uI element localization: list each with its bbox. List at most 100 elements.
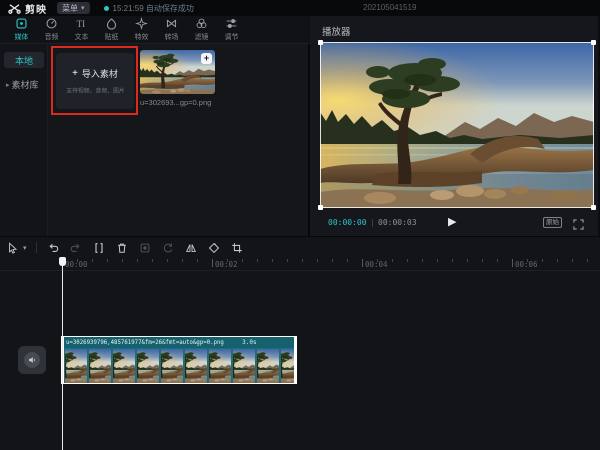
split-button[interactable] bbox=[92, 241, 106, 255]
tab-media[interactable]: 媒体 bbox=[6, 17, 36, 42]
import-material-button[interactable]: + 导入素材 支持视频、音频、图片 bbox=[56, 53, 134, 109]
clip-duration: 3.0s bbox=[242, 339, 256, 346]
clip-frame-thumbnail bbox=[209, 349, 231, 383]
clip-frame-thumbnail bbox=[113, 349, 135, 383]
redo-button[interactable] bbox=[69, 241, 83, 255]
timeline-clip[interactable]: u=3026939796,485761977&fm=26&fmt=auto&gp… bbox=[62, 336, 296, 384]
clip-frame-thumbnail bbox=[65, 349, 87, 383]
tab-filter-label: 滤镜 bbox=[194, 31, 208, 41]
tab-transition-label: 转场 bbox=[164, 31, 178, 41]
sidebar-item-library-label: 素材库 bbox=[12, 78, 39, 91]
audio-icon bbox=[45, 17, 58, 30]
player-panel: 播放器 00:00:00 00:00:03 ▶ 原始 bbox=[310, 16, 598, 236]
sidebar-item-local[interactable]: 本地 bbox=[4, 52, 44, 68]
tab-effects[interactable]: 特效 bbox=[126, 17, 156, 42]
sidebar-item-library[interactable]: ▸ 素材库 bbox=[6, 78, 48, 91]
clip-frame-thumbnail bbox=[89, 349, 111, 383]
ruler-label-3: 00:06 bbox=[515, 260, 538, 269]
selection-handle-top-left[interactable] bbox=[318, 40, 323, 45]
menu-button[interactable]: 菜单 ▾ bbox=[57, 2, 90, 14]
total-duration: 00:00:03 bbox=[378, 218, 417, 227]
tab-sticker-label: 贴纸 bbox=[104, 31, 118, 41]
speaker-icon bbox=[24, 352, 40, 368]
clip-frame-thumbnail bbox=[233, 349, 255, 383]
app-name: 剪映 bbox=[25, 1, 47, 16]
ruler-major-tick bbox=[512, 259, 513, 267]
selection-handle-bottom-right[interactable] bbox=[591, 205, 596, 210]
clip-trim-handle-right[interactable] bbox=[294, 336, 297, 384]
tab-filter[interactable]: 滤镜 bbox=[186, 17, 216, 42]
chevron-right-icon: ▸ bbox=[6, 81, 10, 89]
media-sidebar: 本地 ▸ 素材库 bbox=[0, 44, 48, 236]
text-icon: TI bbox=[75, 17, 88, 30]
tab-adjust[interactable]: 调节 bbox=[216, 17, 246, 42]
media-asset-card[interactable]: + u=302693...gp=0.png bbox=[140, 50, 215, 107]
clip-label-bar: u=3026939796,485761977&fm=26&fmt=auto&gp… bbox=[63, 337, 295, 348]
ruler-major-tick bbox=[62, 259, 63, 267]
menu-button-label: 菜单 bbox=[62, 3, 78, 14]
clip-thumbnail-strip bbox=[63, 348, 295, 384]
freeze-frame-button[interactable] bbox=[138, 241, 152, 255]
media-asset-thumbnail[interactable]: + bbox=[140, 50, 215, 94]
effects-icon bbox=[135, 17, 148, 30]
tab-effects-label: 特效 bbox=[134, 31, 148, 41]
ratio-button[interactable]: 原始 bbox=[543, 217, 562, 228]
tab-audio-label: 音频 bbox=[44, 31, 58, 41]
preview-canvas[interactable] bbox=[320, 42, 594, 208]
selection-handle-top-right[interactable] bbox=[591, 40, 596, 45]
sticker-icon bbox=[105, 17, 118, 30]
clip-frame-thumbnail bbox=[185, 349, 207, 383]
clip-filename: u=3026939796,485761977&fm=26&fmt=auto&gp… bbox=[66, 339, 224, 346]
chevron-down-icon: ▾ bbox=[81, 4, 85, 12]
import-label: 导入素材 bbox=[82, 67, 118, 80]
main-area: 媒体 音频 TI 文本 bbox=[0, 16, 600, 236]
select-tool-button[interactable] bbox=[6, 241, 20, 255]
current-time: 00:00:00 bbox=[328, 218, 367, 227]
tab-sticker[interactable]: 贴纸 bbox=[96, 17, 126, 42]
player-title: 播放器 bbox=[322, 24, 351, 38]
timeline-panel: ▾ bbox=[0, 236, 600, 450]
tab-text-label: 文本 bbox=[74, 31, 88, 41]
plus-icon: + bbox=[72, 68, 78, 79]
tab-transition[interactable]: 转场 bbox=[156, 17, 186, 42]
svg-text:TI: TI bbox=[76, 19, 84, 29]
clip-trim-handle-left[interactable] bbox=[61, 336, 64, 384]
preview-image bbox=[320, 42, 594, 208]
player-controls: 00:00:00 00:00:03 ▶ 原始 bbox=[310, 214, 598, 232]
asset-panel: 媒体 音频 TI 文本 bbox=[0, 16, 310, 236]
app-logo-icon bbox=[8, 3, 21, 14]
tab-adjust-label: 调节 bbox=[224, 31, 238, 41]
fullscreen-icon[interactable] bbox=[573, 217, 584, 228]
add-to-track-icon[interactable]: + bbox=[201, 53, 212, 64]
rotate-button[interactable] bbox=[207, 241, 221, 255]
track-mute-button[interactable] bbox=[18, 346, 46, 374]
reverse-button[interactable] bbox=[161, 241, 175, 255]
timeline-ruler[interactable]: 00:00 00:02 00:04 00:06 bbox=[0, 257, 600, 271]
ruler-label-2: 00:04 bbox=[365, 260, 388, 269]
play-button[interactable]: ▶ bbox=[448, 215, 456, 228]
autosave-status: 15:21:59 自动保存成功 bbox=[104, 3, 194, 14]
toolbar-divider bbox=[36, 242, 37, 253]
media-icon bbox=[15, 17, 28, 30]
undo-button[interactable] bbox=[46, 241, 60, 255]
selection-handle-bottom-left[interactable] bbox=[318, 205, 323, 210]
autosave-dot-icon bbox=[104, 6, 109, 11]
clip-frame-thumbnail bbox=[137, 349, 159, 383]
delete-button[interactable] bbox=[115, 241, 129, 255]
project-id: 202105041519 bbox=[363, 3, 416, 12]
tab-audio[interactable]: 音频 bbox=[36, 17, 66, 42]
transition-icon bbox=[165, 17, 178, 30]
import-hint: 支持视频、音频、图片 bbox=[66, 86, 125, 95]
tab-media-label: 媒体 bbox=[14, 31, 28, 41]
adjust-icon bbox=[225, 17, 238, 30]
ruler-label-1: 00:02 bbox=[215, 260, 238, 269]
mirror-button[interactable] bbox=[184, 241, 198, 255]
category-tabbar: 媒体 音频 TI 文本 bbox=[0, 16, 310, 44]
filter-icon bbox=[195, 17, 208, 30]
ruler-label-0: 00:00 bbox=[65, 260, 88, 269]
select-tool-caret-icon[interactable]: ▾ bbox=[23, 244, 27, 252]
tab-text[interactable]: TI 文本 bbox=[66, 17, 96, 42]
topbar: 剪映 菜单 ▾ 15:21:59 自动保存成功 202105041519 bbox=[0, 0, 600, 16]
asset-filename: u=302693...gp=0.png bbox=[140, 98, 215, 107]
crop-button[interactable] bbox=[230, 241, 244, 255]
